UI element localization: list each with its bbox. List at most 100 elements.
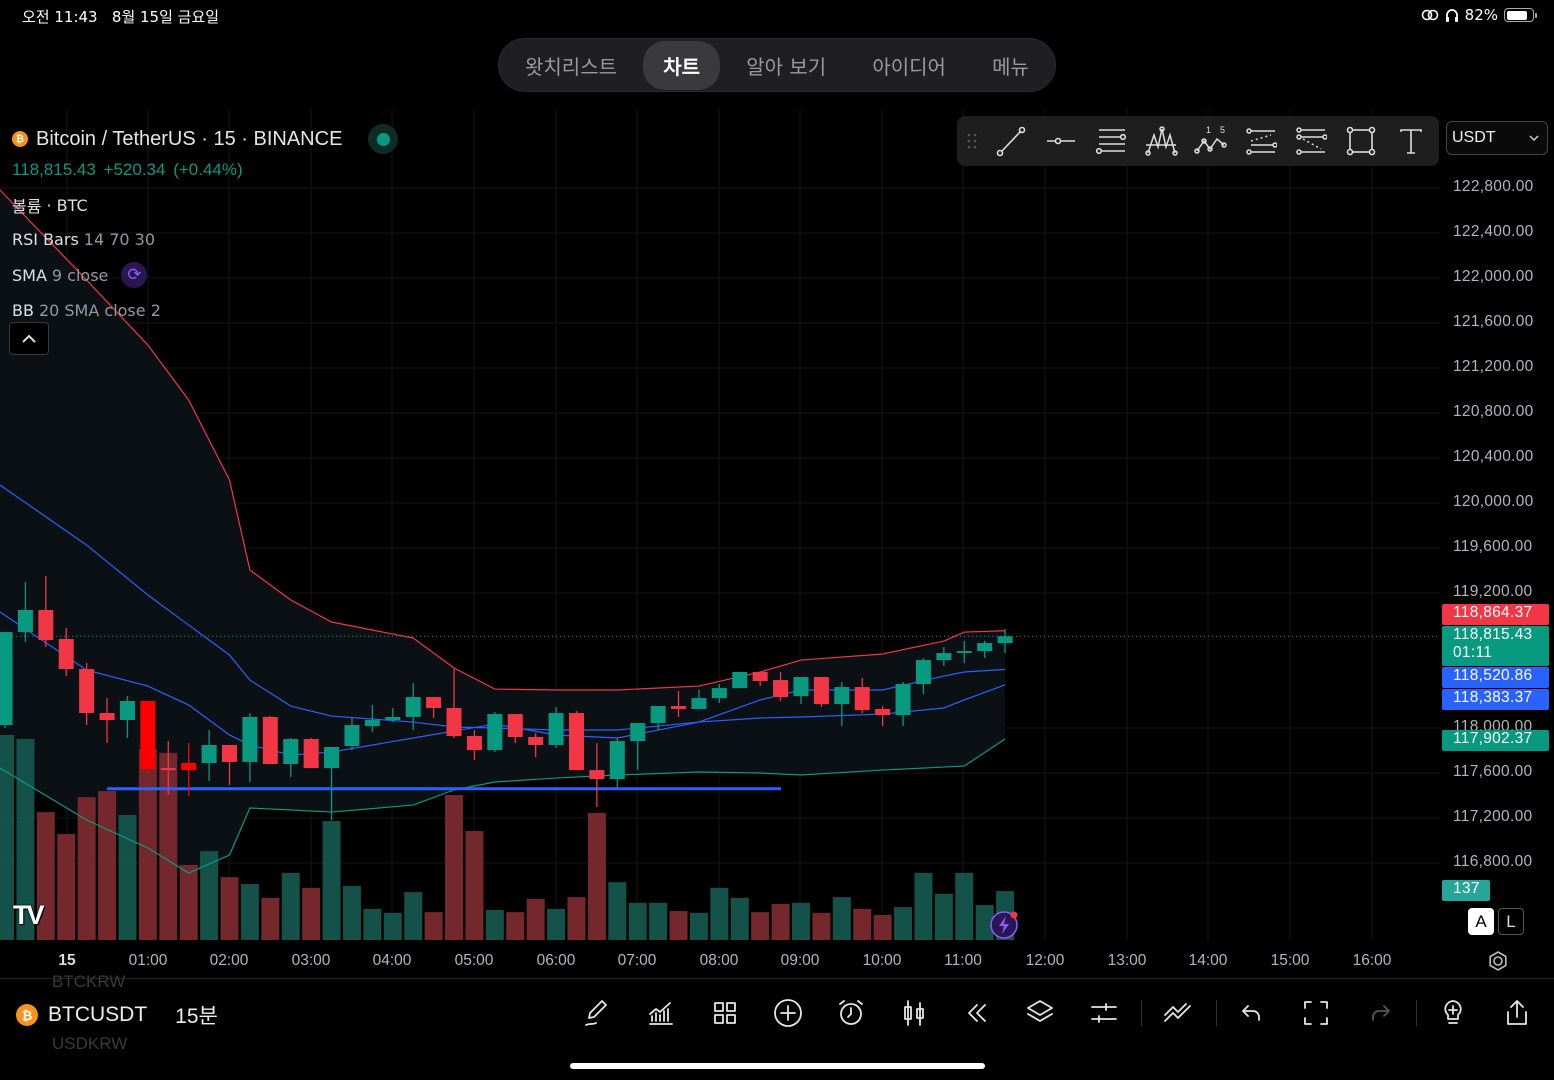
volume-bar xyxy=(873,915,892,940)
candle-body xyxy=(0,632,13,726)
volume-bar xyxy=(57,833,76,940)
rectangle-icon[interactable] xyxy=(1343,123,1379,159)
candle-body xyxy=(119,701,135,721)
elliott-wave-icon[interactable]: 15 xyxy=(1193,123,1229,159)
text-icon[interactable] xyxy=(1393,123,1429,159)
lightning-icon[interactable] xyxy=(989,910,1019,940)
time-tick: 08:00 xyxy=(699,952,739,969)
pencil-icon[interactable] xyxy=(581,996,615,1030)
volume-bar xyxy=(281,872,300,940)
tab-ideas[interactable]: 아이디어 xyxy=(852,41,966,90)
candle-body xyxy=(99,713,115,721)
volume-bar xyxy=(138,748,157,940)
volume-bar xyxy=(914,872,933,940)
volume-bar xyxy=(587,812,606,940)
volume-bar xyxy=(710,887,729,940)
status-icons: 82% xyxy=(1421,6,1537,24)
volume-bar xyxy=(465,831,484,940)
candle-body xyxy=(875,708,891,716)
time-tick: 12:00 xyxy=(1025,952,1065,969)
candle xyxy=(548,707,564,749)
indicator-name: BB xyxy=(12,301,34,320)
redo-icon[interactable] xyxy=(1363,996,1397,1030)
undo-icon[interactable] xyxy=(1235,996,1269,1030)
fib-retracement-icon[interactable] xyxy=(1093,123,1129,159)
add-circle-icon[interactable] xyxy=(771,996,805,1030)
svg-text:5: 5 xyxy=(1220,125,1225,135)
settings-gear-icon[interactable] xyxy=(1487,950,1509,972)
indicator-sma[interactable]: SMA 9 close ⟳ xyxy=(12,262,398,288)
share-icon[interactable] xyxy=(1500,996,1534,1030)
currency-select[interactable]: USDT xyxy=(1446,121,1548,155)
volume-bar xyxy=(812,912,831,940)
drag-handle-icon[interactable] xyxy=(965,123,979,159)
time-tick: 01:00 xyxy=(128,952,168,969)
volume-bar xyxy=(118,815,137,940)
interval-button[interactable]: 15분 xyxy=(175,1000,218,1030)
price-tick: 120,800.00 xyxy=(1453,403,1534,420)
symbol-title[interactable]: ₿ Bitcoin / TetherUS · 15 · BINANCE xyxy=(12,124,399,154)
indicators-icon[interactable] xyxy=(644,996,678,1030)
volume-bar xyxy=(261,897,280,940)
parallel-channel-icon[interactable] xyxy=(1243,123,1279,159)
indicator-name: RSI Bars xyxy=(12,230,79,249)
indicator-bb[interactable]: BB 20 SMA close 2 xyxy=(12,301,398,320)
price-tick: 117,600.00 xyxy=(1453,763,1533,780)
volume-label: 137 xyxy=(1442,880,1490,901)
candle-body xyxy=(38,609,54,641)
fullscreen-icon[interactable] xyxy=(1299,996,1333,1030)
home-indicator[interactable] xyxy=(570,1063,985,1069)
log-scale-button[interactable]: L xyxy=(1498,908,1524,935)
collapse-legend-button[interactable] xyxy=(9,322,49,355)
candle-body xyxy=(324,747,340,769)
tab-chart[interactable]: 차트 xyxy=(643,40,720,90)
indicator-name: SMA xyxy=(12,265,47,285)
bottom-symbol: BTCUSDT xyxy=(48,1003,148,1026)
ideas-bulb-icon[interactable] xyxy=(1436,996,1470,1030)
indicator-rsi-bars[interactable]: RSI Bars 14 70 30 xyxy=(12,230,398,249)
trend-icon[interactable] xyxy=(1161,996,1195,1030)
tradingview-logo[interactable]: TV xyxy=(13,900,44,931)
candle-body xyxy=(609,741,625,780)
candle-body xyxy=(854,687,870,710)
candle xyxy=(487,712,503,753)
volume-bar xyxy=(894,907,913,940)
indicator-params: · BTC xyxy=(46,195,88,215)
layers-icon[interactable] xyxy=(1023,996,1057,1030)
time-tick: 09:00 xyxy=(780,952,820,969)
refresh-icon[interactable]: ⟳ xyxy=(121,262,148,288)
alarm-icon[interactable] xyxy=(834,996,868,1030)
time-tick: 04:00 xyxy=(372,952,412,969)
candle-body xyxy=(956,651,972,654)
price-label-value: 118,383.37 xyxy=(1453,689,1533,706)
trend-line-icon[interactable] xyxy=(993,123,1029,159)
volume-bar xyxy=(955,872,974,940)
candle-body xyxy=(589,770,605,780)
replay-icon[interactable] xyxy=(960,996,994,1030)
volume-bar xyxy=(608,882,627,940)
indicator-volume[interactable]: 볼륨 · BTC xyxy=(12,193,398,217)
volume-bar xyxy=(934,893,953,940)
currency-value: USDT xyxy=(1452,129,1496,146)
volume-bar xyxy=(220,877,239,940)
volume-bar xyxy=(77,797,96,940)
tab-watchlist[interactable]: 왓치리스트 xyxy=(505,41,637,90)
volume-bar xyxy=(853,908,872,940)
tab-menu[interactable]: 메뉴 xyxy=(972,41,1049,90)
candle-body xyxy=(160,768,176,771)
regression-trend-icon[interactable] xyxy=(1293,123,1329,159)
chevron-up-icon xyxy=(22,334,36,343)
candle-body xyxy=(58,639,74,670)
tab-explore[interactable]: 알아 보기 xyxy=(726,41,846,90)
horizontal-ray-icon[interactable] xyxy=(1043,123,1079,159)
volume-bar xyxy=(363,908,382,940)
candle-style-icon[interactable] xyxy=(897,996,931,1030)
symbol-selector[interactable]: ₿ BTCUSDT 15분 xyxy=(16,1000,218,1030)
auto-scale-button[interactable]: A xyxy=(1468,908,1494,935)
pattern-icon[interactable] xyxy=(1143,123,1179,159)
layout-grid-icon[interactable] xyxy=(708,996,742,1030)
scale-buttons: A L xyxy=(1468,908,1524,935)
settings-sliders-icon[interactable] xyxy=(1087,996,1121,1030)
volume-bar xyxy=(445,795,464,940)
price-label: 118,383.37 xyxy=(1442,689,1549,710)
